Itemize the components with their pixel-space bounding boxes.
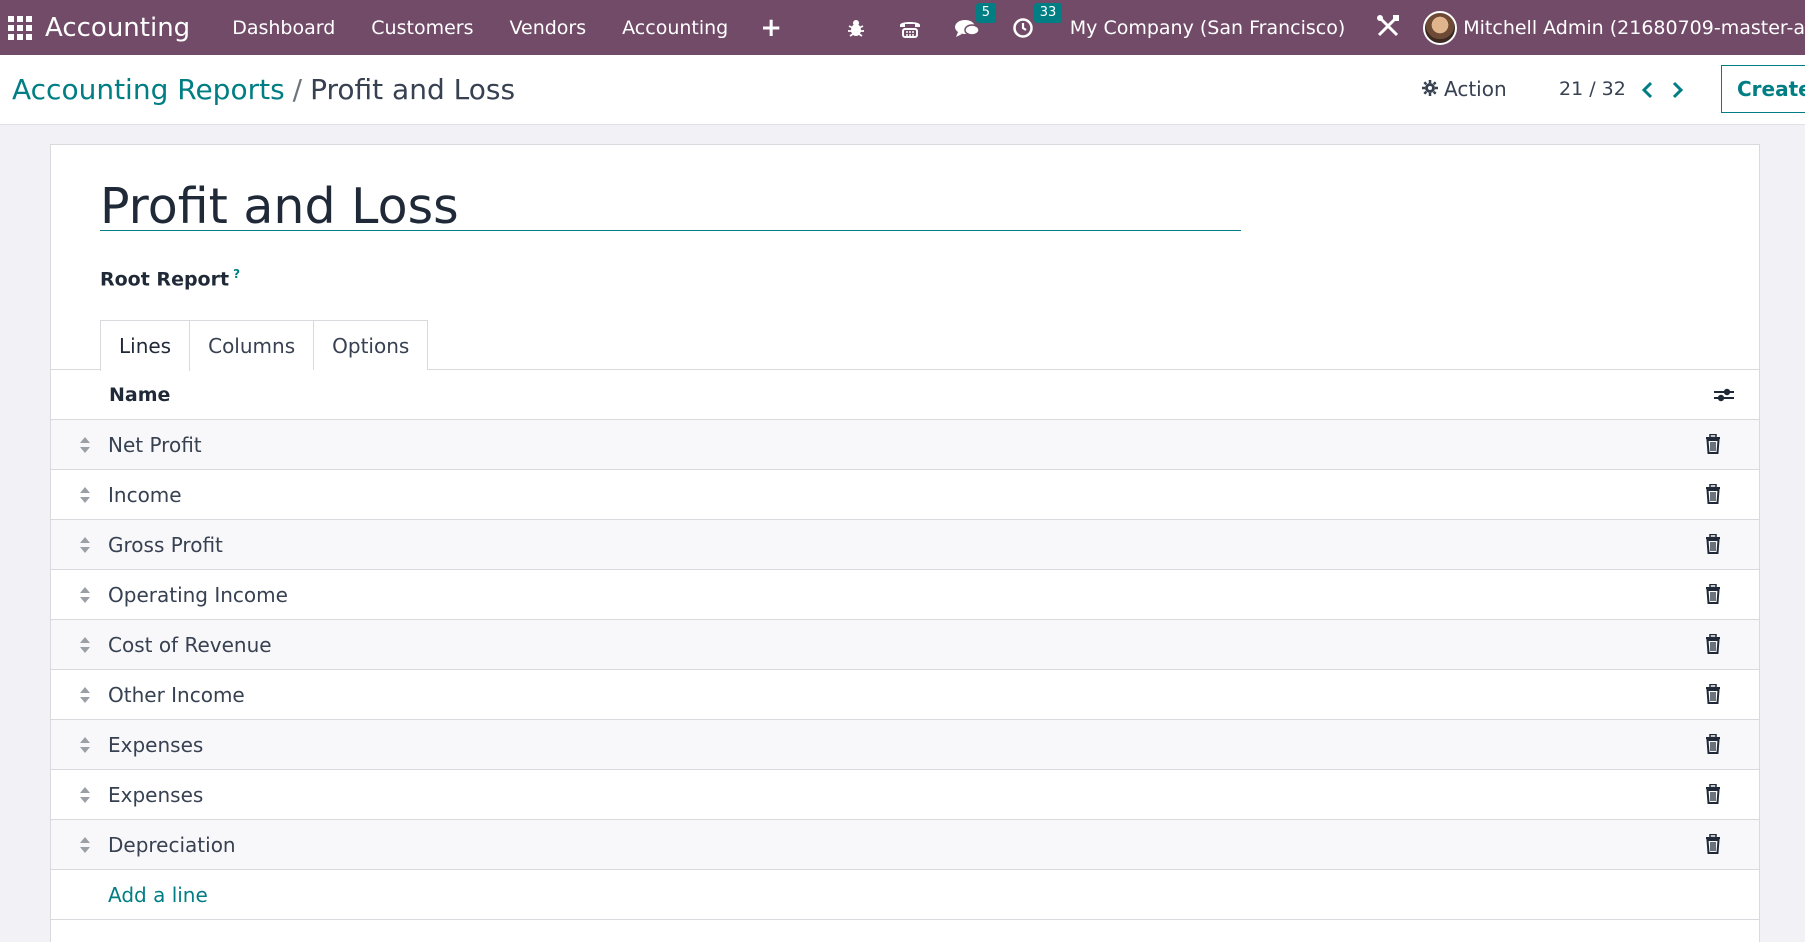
tab-lines[interactable]: Lines <box>100 320 191 371</box>
trash-icon[interactable] <box>1705 433 1721 458</box>
table-row[interactable]: Operating Income <box>51 570 1759 620</box>
table-row[interactable]: Cost of Revenue <box>51 620 1759 670</box>
clock-icon[interactable]: 33 <box>1012 2 1063 39</box>
drag-handle-icon[interactable] <box>79 486 91 508</box>
action-button[interactable]: Action <box>1422 77 1507 101</box>
trash-icon[interactable] <box>1705 833 1721 858</box>
user-menu[interactable]: Mitchell Admin (21680709-master-a <box>1463 17 1805 39</box>
pager-next-button[interactable] <box>1666 75 1690 105</box>
breadcrumb: Accounting Reports / Profit and Loss <box>12 73 515 106</box>
report-name-field[interactable]: Profit and Loss <box>100 182 1241 231</box>
trash-icon[interactable] <box>1705 783 1721 808</box>
optional-columns-icon[interactable] <box>1713 386 1735 408</box>
column-header-name[interactable]: Name <box>109 384 170 406</box>
drag-handle-icon[interactable] <box>79 686 91 708</box>
menu-accounting[interactable]: Accounting <box>604 17 746 39</box>
table-row[interactable]: Gross Profit <box>51 520 1759 570</box>
line-name[interactable]: Operating Income <box>108 583 288 607</box>
tab-options[interactable]: Options <box>313 320 429 370</box>
chevron-left-icon <box>1641 81 1653 99</box>
table-row[interactable]: Income <box>51 470 1759 520</box>
menu-vendors[interactable]: Vendors <box>491 17 604 39</box>
drag-handle-icon[interactable] <box>79 836 91 858</box>
table-row[interactable]: Depreciation <box>51 820 1759 870</box>
root-report-label: Root Report? <box>100 267 240 290</box>
breadcrumb-current: Profit and Loss <box>310 73 516 106</box>
breadcrumb-parent[interactable]: Accounting Reports <box>12 73 285 106</box>
control-panel: Accounting Reports / Profit and Loss Actio… <box>0 55 1805 125</box>
tools-icon[interactable] <box>1375 13 1401 43</box>
drag-handle-icon[interactable] <box>79 736 91 758</box>
create-button[interactable]: Create <box>1721 65 1805 113</box>
table-row[interactable]: Other Income <box>51 670 1759 720</box>
drag-handle-icon[interactable] <box>79 586 91 608</box>
pager-previous-button[interactable] <box>1635 75 1659 105</box>
action-label: Action <box>1444 77 1507 101</box>
trash-icon[interactable] <box>1705 533 1721 558</box>
drag-handle-icon[interactable] <box>79 436 91 458</box>
drag-handle-icon[interactable] <box>79 786 91 808</box>
avatar[interactable] <box>1423 10 1458 45</box>
lines-table: Name Net Profit Income Gross Profit Operati… <box>51 370 1759 920</box>
tab-columns[interactable]: Columns <box>189 320 315 370</box>
phone-icon[interactable] <box>898 17 922 39</box>
drag-handle-icon[interactable] <box>79 636 91 658</box>
menu-customers[interactable]: Customers <box>353 17 491 39</box>
trash-icon[interactable] <box>1705 733 1721 758</box>
table-body: Net Profit Income Gross Profit Operating In… <box>51 420 1759 870</box>
help-tooltip-icon[interactable]: ? <box>233 267 240 281</box>
table-row[interactable]: Net Profit <box>51 420 1759 470</box>
line-name[interactable]: Other Income <box>108 683 245 707</box>
line-name[interactable]: Income <box>108 483 182 507</box>
trash-icon[interactable] <box>1705 583 1721 608</box>
form-sheet: Profit and Loss Root Report? Lines Colum… <box>50 144 1760 942</box>
line-name[interactable]: Cost of Revenue <box>108 633 272 657</box>
line-name[interactable]: Expenses <box>108 783 203 807</box>
plus-icon[interactable]: + <box>746 13 796 43</box>
top-navbar: Accounting Dashboard Customers Vendors A… <box>0 0 1805 55</box>
bug-icon[interactable] <box>846 18 866 38</box>
chevron-right-icon <box>1672 81 1684 99</box>
app-brand[interactable]: Accounting <box>45 13 190 43</box>
line-name[interactable]: Gross Profit <box>108 533 223 557</box>
trash-icon[interactable] <box>1705 633 1721 658</box>
pager-value[interactable]: 21 / 32 <box>1559 78 1626 100</box>
line-name[interactable]: Net Profit <box>108 433 202 457</box>
company-switcher[interactable]: My Company (San Francisco) <box>1070 17 1345 39</box>
menu-dashboard[interactable]: Dashboard <box>214 17 353 39</box>
gear-icon <box>1422 77 1438 101</box>
breadcrumb-separator: / <box>292 73 303 106</box>
table-row[interactable]: Expenses <box>51 770 1759 820</box>
add-line-link[interactable]: Add a line <box>108 883 208 907</box>
trash-icon[interactable] <box>1705 683 1721 708</box>
table-row[interactable]: Expenses <box>51 720 1759 770</box>
line-name[interactable]: Expenses <box>108 733 203 757</box>
apps-menu-icon[interactable] <box>5 13 35 43</box>
add-line-row: Add a line <box>51 870 1759 920</box>
activities-badge: 33 <box>1033 2 1063 23</box>
line-name[interactable]: Depreciation <box>108 833 236 857</box>
notebook-tabs: Lines Columns Options <box>100 320 429 371</box>
messages-badge: 5 <box>975 2 997 23</box>
table-header: Name <box>51 370 1759 420</box>
drag-handle-icon[interactable] <box>79 536 91 558</box>
root-report-text: Root Report <box>100 268 230 291</box>
chat-icon[interactable]: 5 <box>954 2 997 39</box>
trash-icon[interactable] <box>1705 483 1721 508</box>
